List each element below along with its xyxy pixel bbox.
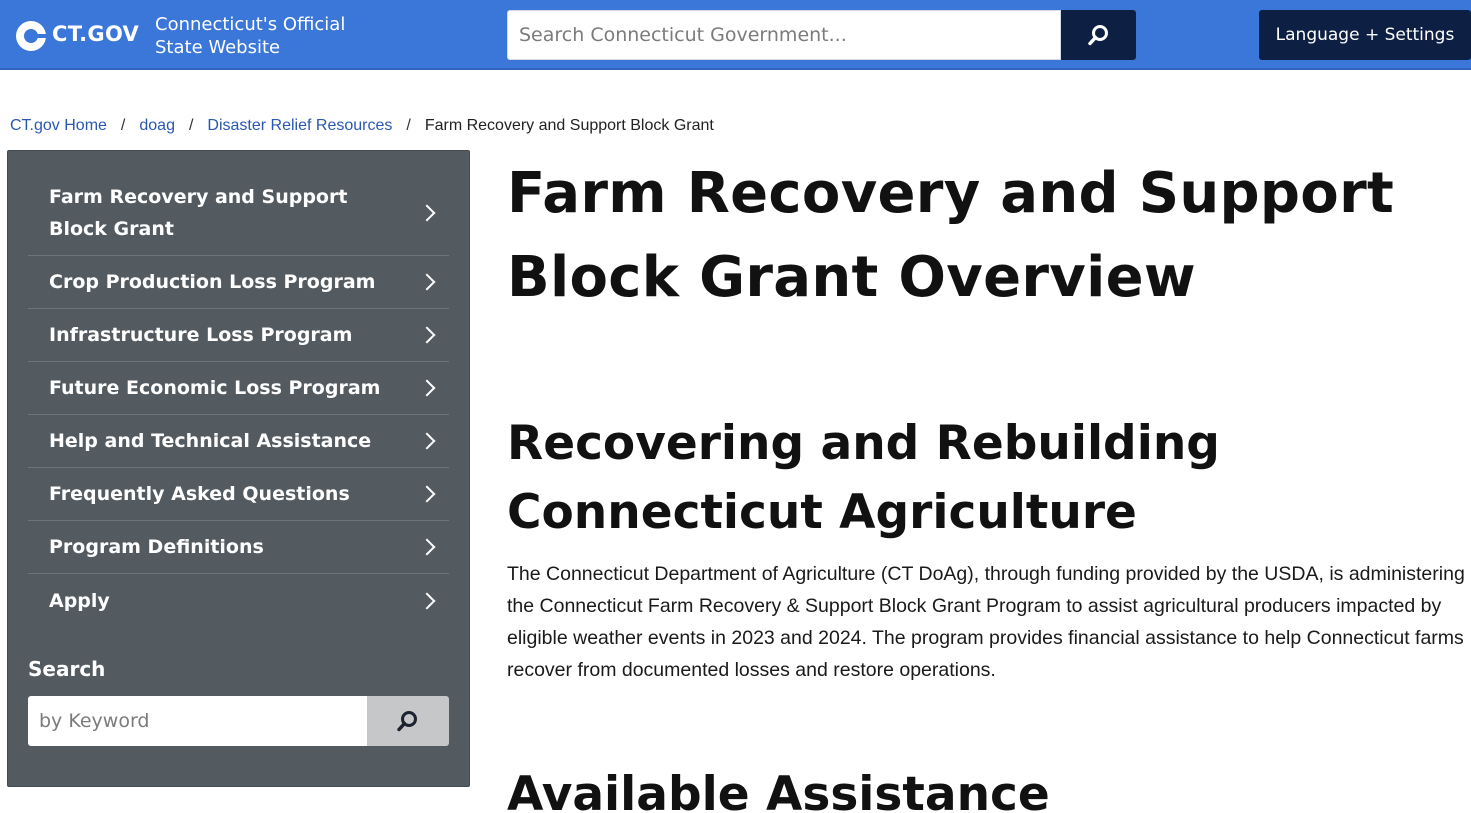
sidebar-item-farm-recovery[interactable]: Farm Recovery and Support Block Grant: [28, 171, 449, 256]
page-title: Farm Recovery and Support Block Grant Ov…: [507, 161, 1395, 310]
chevron-right-icon: [418, 432, 436, 450]
chevron-right-icon: [418, 204, 436, 222]
site-brand[interactable]: CT.GOV: [52, 22, 139, 46]
sidebar-item-help[interactable]: Help and Technical Assistance: [28, 415, 449, 468]
sidebar-item-label: Apply: [49, 589, 110, 612]
chevron-right-icon: [418, 592, 436, 609]
intro-paragraph: The Connecticut Department of Agricultur…: [507, 563, 1465, 681]
site-tagline[interactable]: Connecticut's Official State Website: [155, 13, 375, 59]
sidebar-item-label: Infrastructure Loss Program: [49, 324, 353, 346]
breadcrumb-current: Farm Recovery and Support Block Grant: [424, 117, 714, 134]
sidebar-item-label: Frequently Asked Questions: [49, 483, 350, 505]
breadcrumb-link-home[interactable]: CT.gov Home: [10, 117, 107, 134]
sidebar-item-label: Future Economic Loss Program: [49, 377, 381, 399]
search-icon: [397, 711, 417, 732]
chevron-right-icon: [418, 326, 436, 344]
chevron-right-icon: [418, 538, 436, 556]
sidebar-item-label: Farm Recovery and Support Block Grant: [49, 186, 348, 240]
site-header: CT.GOV Connecticut's Official State Webs…: [0, 0, 1471, 70]
sidebar-item-crop-production[interactable]: Crop Production Loss Program: [28, 256, 449, 309]
section-title: Recovering and Rebuilding Connecticut Ag…: [507, 416, 1220, 540]
ct-logo-icon[interactable]: [16, 21, 47, 51]
section-title-available-assistance: Available Assistance: [507, 767, 1050, 813]
site-search-button[interactable]: [1061, 10, 1136, 60]
breadcrumb-separator: /: [188, 117, 194, 134]
language-settings-button[interactable]: Language + Settings: [1259, 10, 1471, 60]
chevron-right-icon: [418, 273, 436, 291]
site-search-input[interactable]: [507, 10, 1061, 60]
breadcrumb-separator: /: [406, 117, 411, 134]
chevron-right-icon: [418, 485, 436, 503]
keyword-search-button[interactable]: [367, 696, 449, 746]
sidebar-item-definitions[interactable]: Program Definitions: [28, 521, 449, 574]
keyword-search-input[interactable]: [28, 696, 367, 746]
search-icon: [1088, 25, 1108, 46]
breadcrumb-link-disaster-relief[interactable]: Disaster Relief Resources: [207, 117, 392, 134]
sidebar-search-label: Search: [28, 657, 106, 681]
breadcrumb-link-doag[interactable]: doag: [139, 117, 175, 134]
sidebar-item-label: Crop Production Loss Program: [49, 271, 376, 293]
sidebar-item-infrastructure[interactable]: Infrastructure Loss Program: [28, 309, 449, 362]
chevron-right-icon: [418, 379, 436, 397]
breadcrumb: CT.gov Home / doag / Disaster Relief Resourc…: [10, 117, 714, 135]
sidebar-item-apply[interactable]: Apply: [28, 574, 449, 627]
sidebar-item-faq[interactable]: Frequently Asked Questions: [28, 468, 449, 521]
sidebar-item-future-economic[interactable]: Future Economic Loss Program: [28, 362, 449, 415]
breadcrumb-separator: /: [120, 117, 126, 134]
sidebar-item-label: Program Definitions: [49, 536, 264, 558]
sidebar-nav: Farm Recovery and Support Block Grant Cr…: [7, 150, 470, 787]
sidebar-item-label: Help and Technical Assistance: [49, 430, 372, 452]
